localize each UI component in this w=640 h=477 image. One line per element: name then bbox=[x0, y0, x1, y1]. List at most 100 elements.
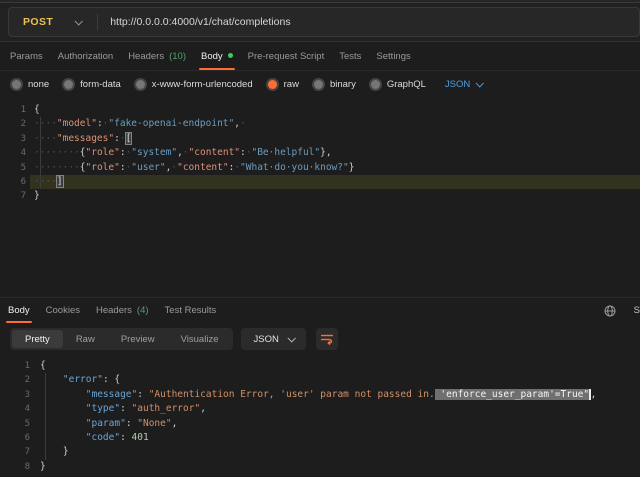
line-number: 3 bbox=[0, 132, 34, 146]
indent-guide bbox=[40, 117, 41, 189]
response-tab-body[interactable]: Body bbox=[8, 298, 30, 323]
code-token: "param" bbox=[86, 418, 126, 429]
code-token: ···· bbox=[34, 176, 57, 187]
code-token: [ bbox=[126, 133, 132, 144]
code-token: , bbox=[591, 389, 597, 400]
view-raw-button[interactable]: Raw bbox=[63, 330, 108, 348]
code-token: } bbox=[34, 190, 40, 201]
tab-tests[interactable]: Tests bbox=[339, 42, 361, 70]
code-text: "message": "Authentication Error, 'user'… bbox=[40, 388, 640, 402]
code-token: , bbox=[172, 418, 178, 429]
tab-authorization[interactable]: Authorization bbox=[58, 42, 113, 70]
code-text: ········{"role":·"system",·"content":·"B… bbox=[34, 146, 640, 160]
code-token: ···· bbox=[34, 133, 57, 144]
code-token: 401 bbox=[132, 432, 149, 443]
radio-icon bbox=[134, 78, 147, 91]
code-token: "What·do·you·know?" bbox=[240, 162, 349, 173]
code-token: · bbox=[120, 133, 126, 144]
url-bar: POST http://0.0.0.0:4000/v1/chat/complet… bbox=[8, 7, 640, 37]
response-body-viewer[interactable]: 1{2 "error": {3 "message": "Authenticati… bbox=[0, 357, 640, 477]
code-token: } bbox=[63, 446, 69, 457]
code-line: 2····"model":·"fake-openai-endpoint",· bbox=[0, 117, 640, 131]
code-token: "auth_error" bbox=[132, 403, 201, 414]
request-format-selector[interactable]: JSON bbox=[445, 79, 482, 90]
code-text: "type": "auth_error", bbox=[40, 402, 640, 416]
radio-icon bbox=[10, 78, 23, 91]
code-token: }, bbox=[320, 147, 331, 158]
response-tab-cookies[interactable]: Cookies bbox=[46, 298, 80, 323]
code-line: 2 "error": { bbox=[0, 373, 640, 387]
code-token bbox=[40, 418, 86, 429]
view-pretty-button[interactable]: Pretty bbox=[12, 330, 63, 348]
url-input[interactable]: http://0.0.0.0:4000/v1/chat/completions bbox=[98, 16, 290, 28]
view-visualize-button[interactable]: Visualize bbox=[168, 330, 232, 348]
code-token: } bbox=[40, 461, 46, 472]
code-text: "error": { bbox=[40, 373, 640, 387]
code-token: "code" bbox=[86, 432, 120, 443]
tab-pre-request-script[interactable]: Pre-request Script bbox=[248, 42, 325, 70]
code-line: 7} bbox=[0, 189, 640, 203]
tab-params[interactable]: Params bbox=[10, 42, 43, 70]
response-meta: S bbox=[604, 298, 640, 323]
code-line: 6 "code": 401 bbox=[0, 431, 640, 445]
radio-none[interactable]: none bbox=[10, 78, 49, 91]
tab-body[interactable]: Body bbox=[201, 42, 233, 70]
globe-icon[interactable] bbox=[604, 305, 616, 317]
code-token: : bbox=[137, 389, 148, 400]
selected-text: 'enforce_user_param'=True" bbox=[435, 389, 589, 400]
line-number: 4 bbox=[0, 402, 40, 416]
code-token: : bbox=[120, 432, 131, 443]
code-token: "user" bbox=[131, 162, 165, 173]
response-headers-count-badge: (4) bbox=[137, 305, 149, 316]
code-line: 3 "message": "Authentication Error, 'use… bbox=[0, 388, 640, 402]
response-tab-test-results[interactable]: Test Results bbox=[165, 298, 217, 323]
line-number: 2 bbox=[0, 117, 34, 131]
radio-binary[interactable]: binary bbox=[312, 78, 356, 91]
code-line: 5········{"role":·"user",·"content":·"Wh… bbox=[0, 161, 640, 175]
radio-graphql[interactable]: GraphQL bbox=[369, 78, 426, 91]
code-token: "message" bbox=[86, 389, 137, 400]
code-token: "Authentication Error, 'user' param not … bbox=[149, 389, 435, 400]
code-token bbox=[40, 403, 86, 414]
tab-headers[interactable]: Headers (10) bbox=[128, 42, 186, 70]
code-token: "system" bbox=[131, 147, 177, 158]
code-line: 4········{"role":·"system",·"content":·"… bbox=[0, 146, 640, 160]
code-token: "fake-openai-endpoint" bbox=[108, 118, 234, 129]
code-token: , bbox=[200, 403, 206, 414]
code-text: { bbox=[40, 359, 640, 373]
response-tab-headers[interactable]: Headers (4) bbox=[96, 298, 149, 323]
code-token: "content" bbox=[189, 147, 240, 158]
radio-icon bbox=[369, 78, 382, 91]
code-token: { bbox=[34, 104, 40, 115]
code-line: 1{ bbox=[0, 103, 640, 117]
line-number: 5 bbox=[0, 161, 34, 175]
radio-form-data[interactable]: form-data bbox=[62, 78, 121, 91]
radio-icon bbox=[62, 78, 75, 91]
code-token: "Be·helpful" bbox=[251, 147, 320, 158]
active-tab-underline bbox=[199, 68, 235, 70]
method-selector[interactable]: POST bbox=[9, 8, 97, 36]
code-token: "None" bbox=[137, 418, 171, 429]
code-token: : { bbox=[103, 374, 120, 385]
radio-raw[interactable]: raw bbox=[266, 78, 299, 91]
code-token: · bbox=[240, 118, 246, 129]
status-text-clipped: S bbox=[634, 305, 640, 316]
code-text: ····"messages":·[ bbox=[34, 132, 640, 146]
code-token: ] bbox=[57, 176, 63, 187]
view-preview-button[interactable]: Preview bbox=[108, 330, 168, 348]
code-token bbox=[40, 374, 63, 385]
code-text: ········{"role":·"user",·"content":·"Wha… bbox=[34, 161, 640, 175]
chevron-down-icon bbox=[476, 79, 484, 87]
request-body-editor[interactable]: 1{2····"model":·"fake-openai-endpoint",·… bbox=[0, 97, 640, 297]
radio-x-www-form-urlencoded[interactable]: x-www-form-urlencoded bbox=[134, 78, 253, 91]
code-text: } bbox=[40, 460, 640, 474]
radio-selected-icon bbox=[266, 78, 279, 91]
body-type-row: none form-data x-www-form-urlencoded raw… bbox=[0, 71, 640, 97]
response-format-selector[interactable]: JSON bbox=[241, 328, 305, 350]
wrap-text-button[interactable] bbox=[316, 328, 338, 350]
chevron-down-icon bbox=[75, 17, 83, 25]
code-token: ···· bbox=[34, 118, 57, 129]
code-text: { bbox=[34, 103, 640, 117]
line-number: 7 bbox=[0, 189, 34, 203]
tab-settings[interactable]: Settings bbox=[376, 42, 410, 70]
